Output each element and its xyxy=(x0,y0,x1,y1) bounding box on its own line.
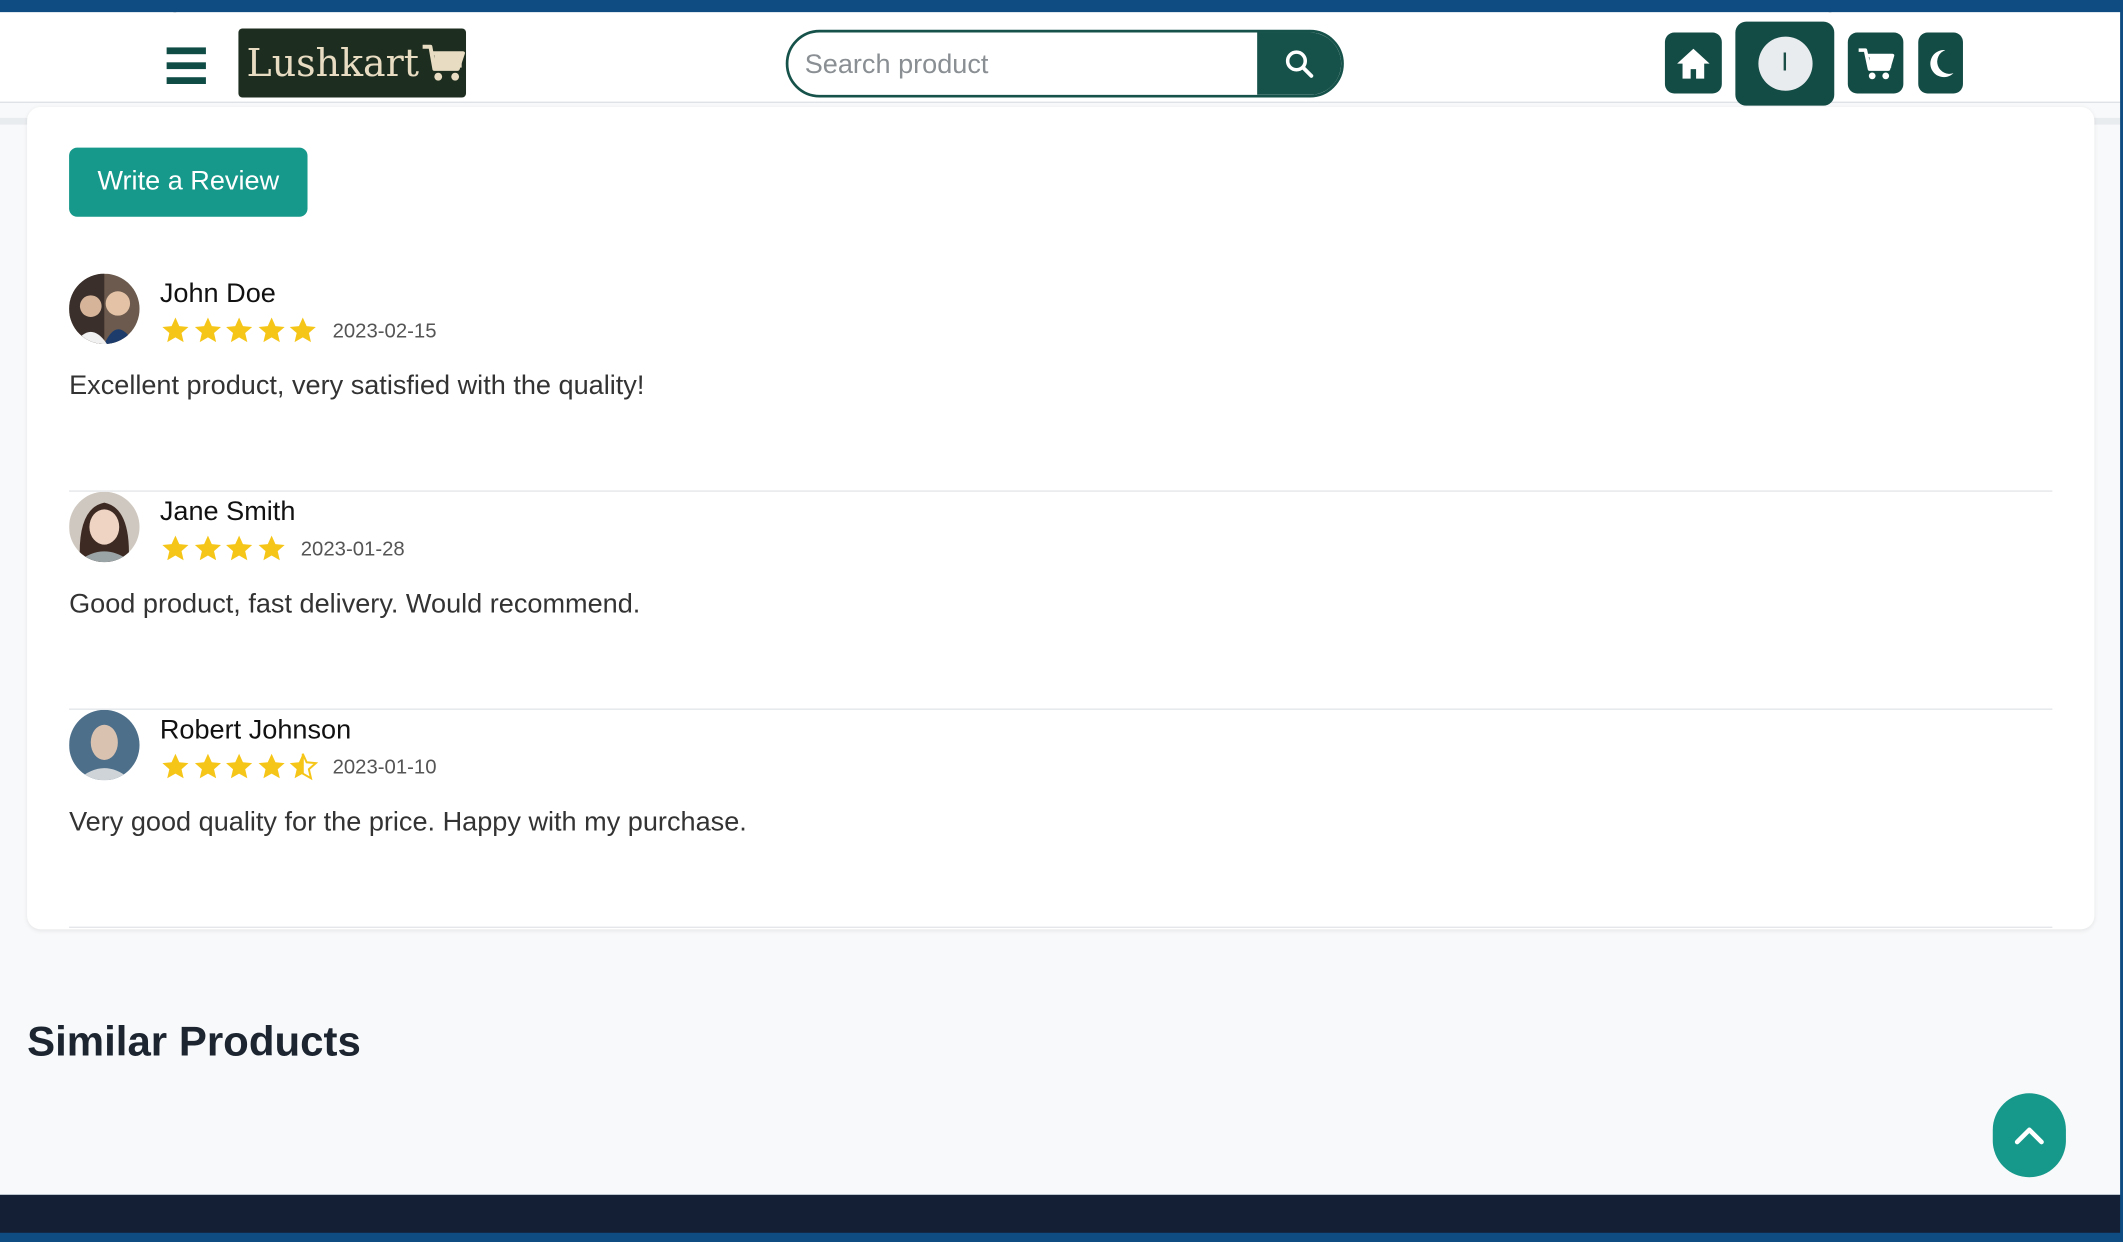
star-icon xyxy=(226,317,253,343)
star-icon xyxy=(226,535,253,561)
page: Lushkart Search product I Write a Review… xyxy=(0,12,2123,1195)
star-icon xyxy=(194,753,221,779)
reviewer-name: Robert Johnson xyxy=(159,715,352,746)
reviewer-name: Jane Smith xyxy=(159,497,296,527)
chevron-up-icon xyxy=(2014,1127,2044,1145)
brand-logo[interactable]: Lushkart xyxy=(238,28,467,98)
cart-button[interactable] xyxy=(1847,32,1904,94)
star-icon xyxy=(194,535,221,561)
home-button[interactable] xyxy=(1664,32,1722,94)
star-icon xyxy=(226,753,253,779)
rating-stars: 2023-02-15 xyxy=(160,314,437,347)
review-date: 2023-02-15 xyxy=(332,319,437,343)
write-review-button[interactable]: Write a Review xyxy=(69,147,308,217)
cart-icon xyxy=(423,44,466,80)
search-button[interactable] xyxy=(1257,32,1342,95)
review-text: Excellent product, very satisfied with t… xyxy=(69,371,645,401)
cart-icon xyxy=(1857,47,1894,79)
reviews-card: Write a Review John Doe 2023-02-15 Excel… xyxy=(27,107,2095,930)
search-bar xyxy=(785,29,1344,98)
profile-button[interactable]: I xyxy=(1735,21,1835,106)
star-icon xyxy=(162,753,189,779)
similar-products-title: Similar Products xyxy=(27,1017,361,1065)
rating-stars: 2023-01-28 xyxy=(160,532,405,565)
avatar xyxy=(69,491,140,563)
navbar: Lushkart Search product I xyxy=(0,12,2123,106)
review-item: Robert Johnson 2023-01-10 Very good qual… xyxy=(69,709,2053,928)
review-text: Good product, fast delivery. Would recom… xyxy=(69,589,641,620)
star-icon xyxy=(162,317,189,343)
scroll-to-top-button[interactable] xyxy=(1992,1093,2066,1178)
avatar xyxy=(69,273,140,345)
search-input[interactable] xyxy=(801,32,1255,95)
star-half-icon xyxy=(289,753,319,781)
star-icon xyxy=(289,317,316,343)
star-icon xyxy=(257,753,284,779)
review-item: Jane Smith 2023-01-28 Good product, fast… xyxy=(69,491,2053,710)
review-text: Very good quality for the price. Happy w… xyxy=(69,807,747,838)
review-date: 2023-01-10 xyxy=(332,755,437,779)
star-icon xyxy=(257,535,284,561)
theme-toggle-button[interactable] xyxy=(1918,32,1963,94)
star-icon xyxy=(162,535,189,561)
footer-bottom-strip xyxy=(0,1232,2123,1242)
menu-icon[interactable] xyxy=(163,41,212,92)
review-date: 2023-01-28 xyxy=(300,537,405,561)
review-item: John Doe 2023-02-15 Excellent product, v… xyxy=(69,273,2053,492)
brand-name: Lushkart xyxy=(246,40,420,86)
star-icon xyxy=(194,317,221,343)
search-icon xyxy=(1285,50,1314,78)
avatar xyxy=(69,709,140,781)
footer xyxy=(0,1194,2123,1242)
star-icon xyxy=(257,317,284,343)
home-icon xyxy=(1677,48,1710,78)
rating-stars: 2023-01-10 xyxy=(160,751,437,784)
moon-icon xyxy=(1929,49,1953,77)
reviewer-name: John Doe xyxy=(159,279,276,309)
avatar: I xyxy=(1757,36,1812,91)
